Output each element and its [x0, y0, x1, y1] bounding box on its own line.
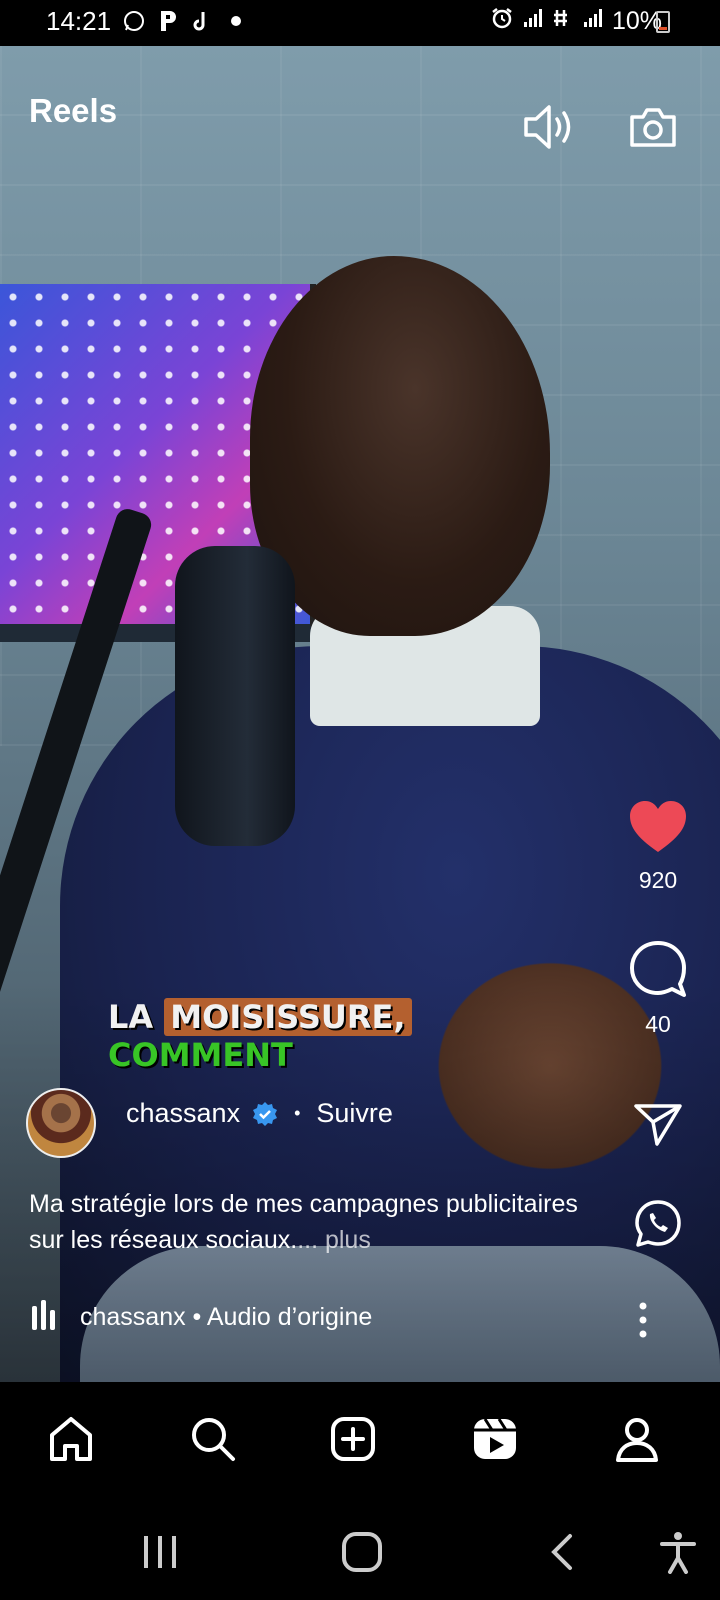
comment-icon[interactable]	[628, 938, 688, 1003]
back-icon[interactable]	[536, 1524, 592, 1580]
recents-icon[interactable]	[132, 1524, 188, 1580]
notification-icons	[122, 9, 248, 33]
reels-icon[interactable]	[462, 1406, 528, 1472]
camera-icon[interactable]	[626, 100, 680, 154]
description-ellipsis: ...	[297, 1226, 319, 1254]
caption-word-moisissure: MOISISSURE,	[164, 998, 412, 1036]
audio-label: chassanx • Audio d’origine	[80, 1303, 373, 1331]
dot-icon	[224, 9, 248, 33]
page-title: Reels	[29, 92, 118, 129]
video-shade	[0, 46, 720, 1382]
comment-count: 40	[645, 1011, 671, 1037]
data-icon	[552, 6, 574, 37]
search-icon[interactable]	[180, 1406, 246, 1472]
verified-badge-icon	[252, 1101, 278, 1127]
p-icon	[156, 9, 180, 33]
status-time: 14:21	[46, 6, 112, 36]
system-status: 10%	[490, 6, 662, 37]
author-username[interactable]: chassanx	[126, 1098, 240, 1129]
alarm-icon	[490, 6, 514, 37]
like-action[interactable]: 920	[614, 800, 702, 894]
speaker-icon[interactable]	[522, 100, 576, 154]
profile-icon[interactable]	[604, 1406, 670, 1472]
reel-video[interactable]: LA MOISISSURE, COMMENT	[0, 46, 720, 1382]
more-options-icon[interactable]	[628, 1300, 658, 1340]
battery-percent: 10%	[611, 7, 662, 35]
like-count: 920	[638, 867, 678, 893]
send-icon[interactable]	[633, 1102, 683, 1151]
comment-action[interactable]: 40	[614, 938, 702, 1038]
reel-description[interactable]: Ma stratégie lors de mes campagnes publi…	[29, 1186, 589, 1258]
bottom-navigation	[0, 1382, 720, 1494]
battery-icon	[656, 11, 670, 33]
home-icon[interactable]	[38, 1406, 104, 1472]
audio-row[interactable]: chassanx • Audio d’origine	[30, 1298, 372, 1337]
more-link[interactable]: plus	[318, 1226, 371, 1254]
whatsapp-share-action[interactable]	[614, 1198, 702, 1255]
system-navigation	[0, 1494, 720, 1600]
video-burned-caption: LA MOISISSURE, COMMENT	[108, 998, 412, 1074]
accessibility-icon[interactable]	[650, 1524, 706, 1580]
whatsapp-icon	[122, 9, 146, 33]
caption-word-comment: COMMENT	[108, 1036, 293, 1074]
tiktok-icon	[190, 9, 214, 33]
status-bar: 14:21 10%	[0, 0, 720, 46]
share-action[interactable]	[614, 1102, 702, 1151]
signal-icon	[522, 7, 544, 36]
separator-dot: •	[294, 1103, 301, 1123]
whatsapp-icon[interactable]	[632, 1198, 684, 1255]
caption-word-la: LA	[108, 998, 154, 1036]
audio-bars-icon	[30, 1298, 58, 1337]
author-row: chassanx • Suivre	[126, 1098, 393, 1129]
follow-button[interactable]: Suivre	[316, 1098, 393, 1129]
heart-icon[interactable]	[628, 800, 688, 859]
avatar[interactable]	[26, 1088, 96, 1158]
create-icon[interactable]	[320, 1406, 386, 1472]
home-circle-icon[interactable]	[334, 1524, 390, 1580]
signal-icon	[582, 7, 604, 36]
